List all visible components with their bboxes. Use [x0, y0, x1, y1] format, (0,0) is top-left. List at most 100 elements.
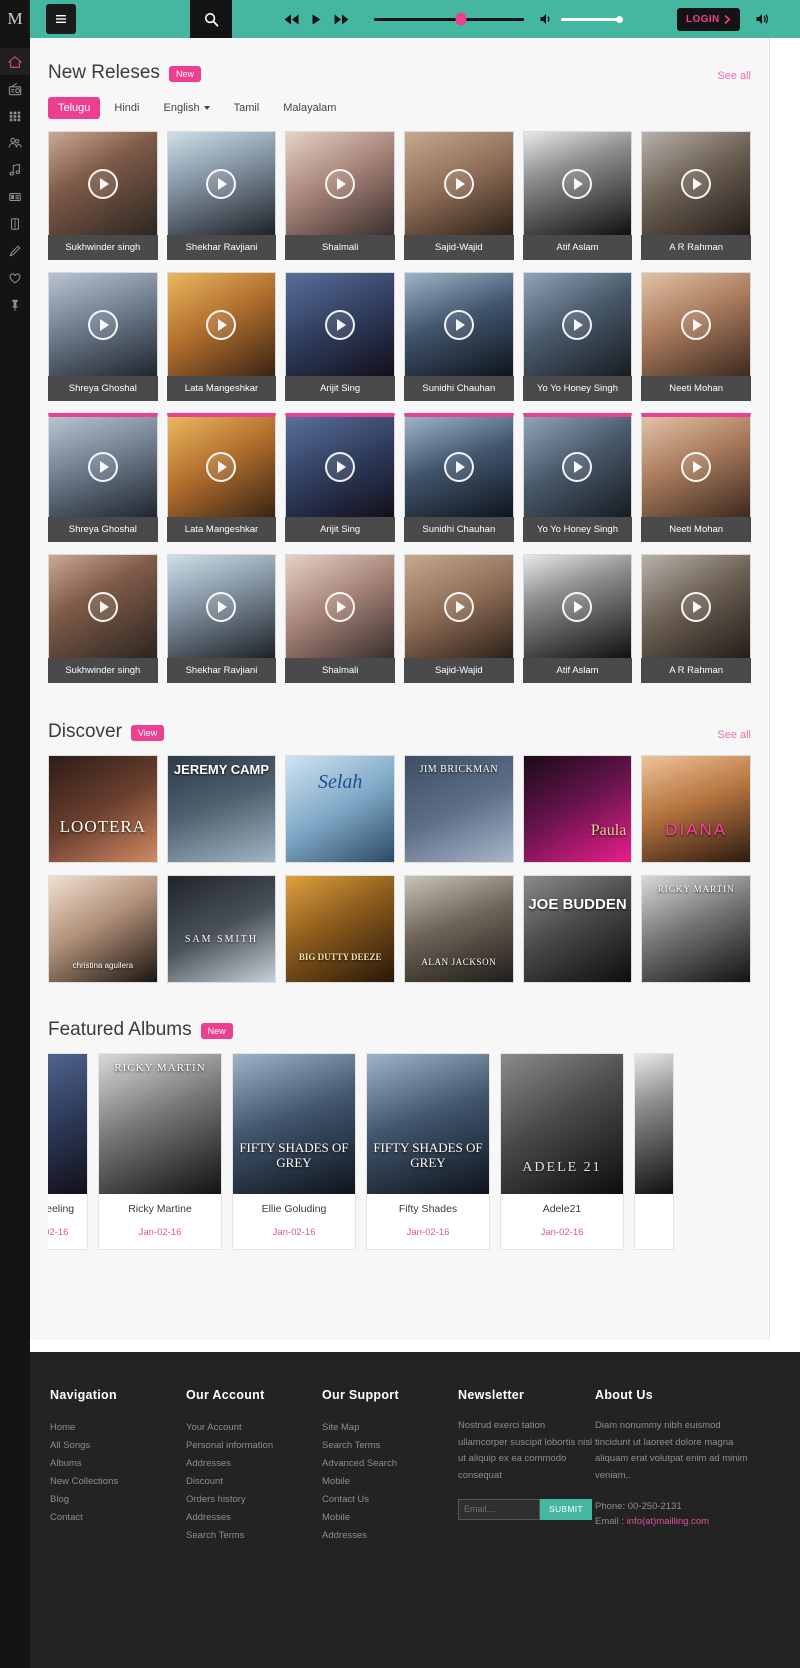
featured-albums-carousel[interactable]: on a feeling Jan-02-16 RICKY MARTIN Rick… [48, 1053, 751, 1250]
volume-button[interactable] [540, 13, 553, 25]
artist-card[interactable]: Sunidhi Chauhan [403, 413, 514, 542]
artist-card[interactable]: Shreya Ghoshal [48, 272, 158, 401]
album-cover[interactable]: LOOTERA [48, 755, 158, 863]
artist-card[interactable]: Shalmali [285, 554, 395, 683]
artist-card[interactable]: Shreya Ghoshal [48, 413, 158, 542]
sidebar-item-favorites[interactable] [0, 264, 30, 291]
footer-link[interactable]: New Collections [50, 1472, 186, 1490]
artist-card[interactable]: Sunidhi Chauhan [403, 272, 514, 401]
footer-link[interactable]: Search Terms [322, 1436, 458, 1454]
album-cover[interactable]: Paula [522, 755, 633, 863]
sidebar-item-playlists[interactable] [0, 183, 30, 210]
site-logo[interactable]: M [0, 0, 30, 38]
sidebar-item-grid[interactable] [0, 102, 30, 129]
play-overlay-icon[interactable] [443, 309, 474, 340]
play-overlay-icon[interactable] [562, 452, 593, 482]
album-cover[interactable]: JIM BRICKMAN [403, 755, 514, 863]
search-button[interactable] [190, 0, 232, 38]
featured-album-card[interactable] [634, 1053, 674, 1250]
album-cover[interactable]: DIANA [641, 755, 751, 863]
sidebar-item-pinned[interactable] [0, 291, 30, 318]
artist-card[interactable]: Arijit Sing [285, 272, 395, 401]
play-overlay-icon[interactable] [206, 309, 237, 340]
artist-card[interactable]: Sukhwinder singh [48, 131, 158, 260]
lang-tab-telugu[interactable]: Telugu [48, 97, 101, 119]
artist-card[interactable]: Yo Yo Honey Singh [522, 272, 633, 401]
footer-link[interactable]: Orders history [186, 1490, 322, 1508]
featured-album-card[interactable]: FIFTY SHADES OF GREY Ellie Goluding Jan-… [232, 1053, 356, 1250]
newsletter-submit-button[interactable]: SUBMIT [540, 1498, 592, 1520]
play-overlay-icon[interactable] [206, 168, 237, 199]
album-cover[interactable]: RICKY MARTIN [641, 875, 751, 983]
album-cover[interactable]: SAM SMITH [166, 875, 277, 983]
artist-card[interactable]: Atif Aslam [522, 554, 633, 683]
footer-link[interactable]: Advanced Search [322, 1454, 458, 1472]
sidebar-item-radio[interactable] [0, 75, 30, 102]
album-cover[interactable]: JEREMY CAMP [166, 755, 277, 863]
footer-link[interactable]: Mobile [322, 1472, 458, 1490]
sidebar-item-artists[interactable] [0, 129, 30, 156]
sidebar-item-library[interactable] [0, 210, 30, 237]
play-overlay-icon[interactable] [325, 452, 356, 482]
logout-button[interactable] [756, 13, 769, 25]
play-overlay-icon[interactable] [681, 309, 712, 340]
footer-link[interactable]: Personal information [186, 1436, 322, 1454]
play-overlay-icon[interactable] [443, 591, 474, 622]
volume-handle[interactable] [616, 15, 623, 23]
artist-card[interactable]: Sukhwinder singh [48, 554, 158, 683]
play-overlay-icon[interactable] [443, 452, 474, 482]
play-overlay-icon[interactable] [681, 452, 712, 482]
footer-link[interactable]: Search Terms [186, 1526, 322, 1544]
progress-handle[interactable] [455, 12, 467, 26]
next-track-button[interactable] [334, 14, 349, 25]
artist-card[interactable]: A R Rahman [641, 554, 751, 683]
featured-album-card[interactable]: RICKY MARTIN Ricky Martine Jan-02-16 [98, 1053, 222, 1250]
play-overlay-icon[interactable] [206, 591, 237, 622]
artist-card[interactable]: Sajid-Wajid [403, 554, 514, 683]
artist-card[interactable]: Neeti Mohan [641, 272, 751, 401]
playback-progress-slider[interactable] [374, 11, 524, 27]
sidebar-item-songs[interactable] [0, 156, 30, 183]
featured-album-card[interactable]: on a feeling Jan-02-16 [48, 1053, 88, 1250]
footer-link[interactable]: Home [50, 1418, 186, 1436]
artist-card[interactable]: Neeti Mohan [641, 413, 751, 542]
footer-link[interactable]: All Songs [50, 1436, 186, 1454]
footer-link[interactable]: Addresses [322, 1526, 458, 1544]
play-overlay-icon[interactable] [562, 591, 593, 622]
artist-card[interactable]: Shalmali [285, 131, 395, 260]
footer-link[interactable]: Site Map [322, 1418, 458, 1436]
lang-tab-hindi[interactable]: Hindi [104, 97, 149, 119]
new-releases-see-all-link[interactable]: See all [717, 70, 751, 82]
album-cover[interactable]: JOE BUDDEN [522, 875, 633, 983]
artist-card[interactable]: Shekhar Ravjiani [166, 131, 277, 260]
play-overlay-icon[interactable] [87, 309, 118, 340]
lang-tab-english[interactable]: English [154, 97, 220, 119]
album-cover[interactable]: BIG DUTTY DEEZE [285, 875, 395, 983]
lang-tab-malayalam[interactable]: Malayalam [273, 97, 346, 119]
artist-card[interactable]: Atif Aslam [522, 131, 633, 260]
footer-link[interactable]: Your Account [186, 1418, 322, 1436]
play-overlay-icon[interactable] [325, 591, 356, 622]
artist-card[interactable]: Yo Yo Honey Singh [522, 413, 633, 542]
featured-album-card[interactable]: ADELE 21 Adele21 Jan-02-16 [500, 1053, 624, 1250]
discover-see-all-link[interactable]: See all [717, 729, 751, 741]
footer-link[interactable]: Addresses [186, 1454, 322, 1472]
hamburger-menu-button[interactable] [46, 4, 76, 34]
artist-card[interactable]: Arijit Sing [285, 413, 395, 542]
artist-card[interactable]: Lata Mangeshkar [166, 413, 277, 542]
footer-link[interactable]: Blog [50, 1490, 186, 1508]
email-value[interactable]: info(at)mailling.com [627, 1516, 709, 1527]
play-button[interactable] [312, 14, 321, 25]
contact-email-row[interactable]: Email : info(at)mailling.com [595, 1516, 750, 1527]
artist-card[interactable]: Sajid-Wajid [403, 131, 514, 260]
play-overlay-icon[interactable] [87, 591, 118, 622]
play-overlay-icon[interactable] [206, 452, 237, 482]
play-overlay-icon[interactable] [562, 309, 593, 340]
featured-album-card[interactable]: FIFTY SHADES OF GREY Fifty Shades Jan-02… [366, 1053, 490, 1250]
play-overlay-icon[interactable] [562, 168, 593, 199]
play-overlay-icon[interactable] [681, 168, 712, 199]
lang-tab-tamil[interactable]: Tamil [224, 97, 270, 119]
play-overlay-icon[interactable] [443, 168, 474, 199]
album-cover[interactable]: christina aguilera [48, 875, 158, 983]
album-cover[interactable]: Selah [285, 755, 395, 863]
